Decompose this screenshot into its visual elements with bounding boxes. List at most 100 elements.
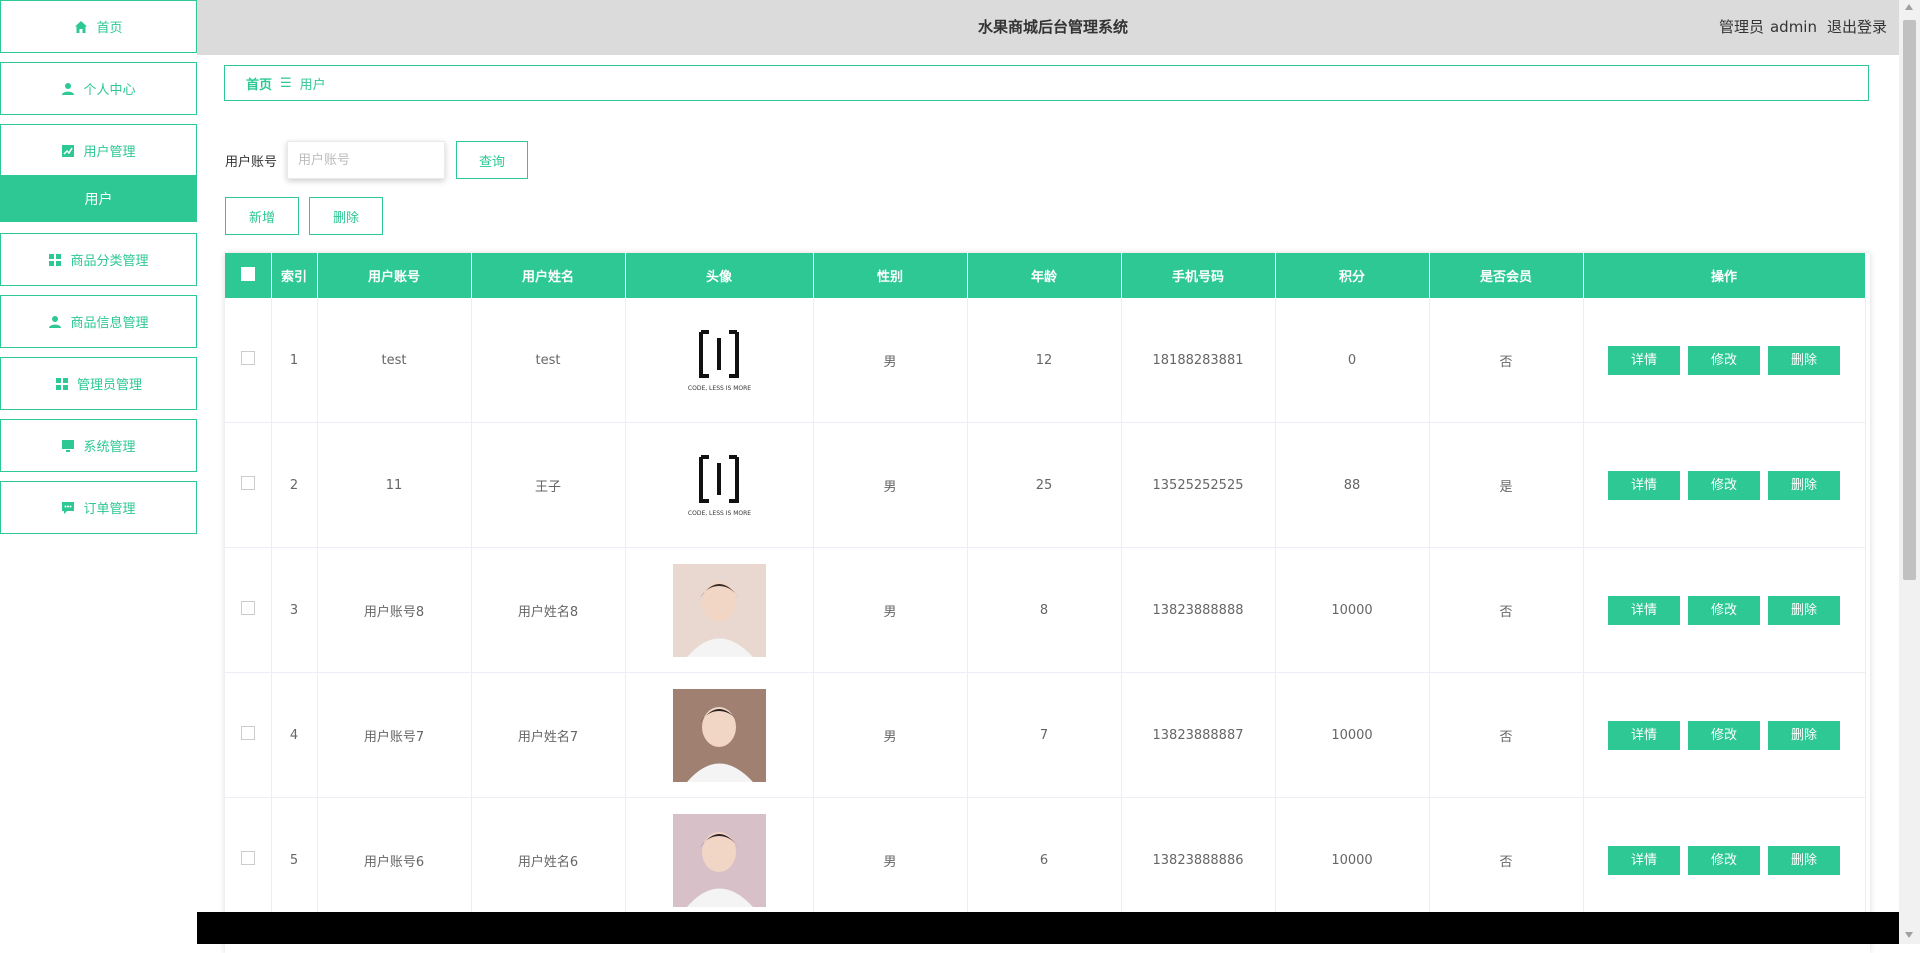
row-checkbox[interactable] [240, 726, 255, 740]
row-actions: 详情 修改 删除 [1583, 422, 1866, 548]
edit-button[interactable]: 修改 [1688, 345, 1760, 375]
edit-button[interactable]: 修改 [1688, 845, 1760, 875]
scroll-up-arrow-icon[interactable] [1905, 4, 1913, 10]
detail-button[interactable]: 详情 [1608, 345, 1680, 375]
logout-button[interactable]: 退出登录 [1827, 18, 1887, 36]
column-header: 手机号码 [1121, 253, 1276, 298]
table-cell-points: 10000 [1275, 547, 1430, 673]
detail-button[interactable]: 详情 [1608, 595, 1680, 625]
search-label: 用户账号 [225, 155, 278, 170]
delete-button[interactable]: 删除 [1768, 595, 1840, 625]
table-row: 3 用户账号8 用户姓名8 男 8 13823888888 10000 否详情 修改 删除 [225, 547, 1866, 673]
row-checkbox[interactable] [240, 351, 255, 365]
table-cell-name: 王子 [471, 422, 626, 548]
row-actions: 详情 修改 删除 [1583, 547, 1866, 673]
sidebar-item-label: 用户管理 [83, 145, 136, 160]
table-cell-index: 5 [271, 797, 318, 923]
sidebar-item-orders[interactable]: 订单管理 [0, 481, 197, 534]
detail-button[interactable]: 详情 [1608, 845, 1680, 875]
table-cell-member: 否 [1429, 797, 1584, 923]
table-cell-name: 用户姓名8 [471, 547, 626, 673]
sidebar-subitem-user[interactable]: 用户 [0, 175, 197, 222]
table-cell-phone: 13823888887 [1121, 672, 1276, 798]
table-cell-gender: 男 [813, 672, 968, 798]
table-cell-phone: 13823888886 [1121, 797, 1276, 923]
row-select-cell[interactable] [225, 422, 272, 548]
scrollbar-thumb[interactable] [1903, 20, 1916, 580]
table-row: 1 test test CODE, LESS IS MORE 男 12 1818828388… [225, 298, 1866, 423]
column-header: 用户姓名 [471, 253, 626, 298]
table-cell-age: 6 [967, 797, 1122, 923]
delete-button[interactable]: 删除 [1768, 720, 1840, 750]
row-select-cell[interactable] [225, 547, 272, 673]
row-select-cell[interactable] [225, 298, 272, 423]
logo-text: CODE, LESS IS MORE [687, 385, 750, 392]
topbar: 水果商城后台管理系统 管理员 admin 退出登录 [197, 0, 1899, 55]
sidebar-item-label: 订单管理 [83, 502, 136, 517]
table-cell-phone: 13525252525 [1121, 422, 1276, 548]
detail-button[interactable]: 详情 [1608, 470, 1680, 500]
sidebar-item-profile[interactable]: 个人中心 [0, 62, 197, 115]
row-select-cell[interactable] [225, 797, 272, 923]
edit-button[interactable]: 修改 [1688, 720, 1760, 750]
column-header: 年龄 [967, 253, 1122, 298]
table-row: 2 11 王子 CODE, LESS IS MORE 男 25 13525252525 88 是… [225, 422, 1866, 548]
table-cell-member: 是 [1429, 422, 1584, 548]
table-cell-phone: 13823888888 [1121, 547, 1276, 673]
user-table: 索引 用户账号 用户姓名 头像 性别 年龄 手机号码 积分 是否会员 操作 1t… [225, 253, 1870, 953]
sidebar-item-label: 个人中心 [83, 83, 136, 98]
edit-button[interactable]: 修改 [1688, 470, 1760, 500]
table-cell-account: 用户账号6 [317, 797, 472, 923]
select-all-checkbox[interactable] [240, 266, 255, 281]
column-header: 用户账号 [317, 253, 472, 298]
table-cell-account: 用户账号7 [317, 672, 472, 798]
bottom-bar [197, 912, 1899, 944]
row-checkbox[interactable] [240, 601, 255, 615]
breadcrumb-home[interactable]: 首页 [246, 74, 272, 93]
table-cell-index: 4 [271, 672, 318, 798]
sidebar-item-label: 首页 [96, 21, 123, 36]
search-button[interactable]: 查询 [456, 141, 528, 179]
table-cell-index: 3 [271, 547, 318, 673]
table-cell-index: 2 [271, 422, 318, 548]
delete-button[interactable]: 删除 [1768, 470, 1840, 500]
row-checkbox[interactable] [240, 851, 255, 865]
sidebar-item-user-management[interactable]: 用户管理 [0, 124, 197, 177]
table-cell-name: test [471, 298, 626, 423]
chart-icon [62, 144, 75, 157]
row-select-cell[interactable] [225, 672, 272, 798]
delete-button[interactable]: 删除 [1768, 345, 1840, 375]
column-header: 积分 [1275, 253, 1430, 298]
column-header: 性别 [813, 253, 968, 298]
sidebar-item-label: 管理员管理 [76, 378, 142, 393]
sidebar-item-system[interactable]: 系统管理 [0, 419, 197, 472]
user-info: 管理员 admin 退出登录 [1709, 0, 1887, 55]
row-checkbox[interactable] [240, 476, 255, 490]
add-button[interactable]: 新增 [225, 197, 299, 235]
sidebar: 首页 个人中心 用户管理 用户 商品分类管理 商品信息管理 管理员管理 系统管理… [0, 0, 197, 944]
batch-delete-button[interactable]: 删除 [309, 197, 383, 235]
table-cell-index: 1 [271, 298, 318, 423]
sidebar-item-category[interactable]: 商品分类管理 [0, 233, 197, 286]
chat-icon [62, 501, 75, 514]
delete-button[interactable]: 删除 [1768, 845, 1840, 875]
table-cell-age: 8 [967, 547, 1122, 673]
page-scrollbar[interactable] [1899, 0, 1920, 944]
avatar [672, 563, 766, 657]
sidebar-item-admin[interactable]: 管理员管理 [0, 357, 197, 410]
sidebar-item-home[interactable]: 首页 [0, 0, 197, 53]
search-input[interactable] [287, 141, 445, 179]
table-cell-points: 88 [1275, 422, 1430, 548]
select-all-cell[interactable] [225, 253, 272, 298]
user-role: 管理员 [1718, 18, 1764, 36]
sidebar-item-product[interactable]: 商品信息管理 [0, 295, 197, 348]
scroll-down-arrow-icon[interactable] [1905, 932, 1913, 938]
grid-icon [49, 253, 62, 266]
table-cell-phone: 18188283881 [1121, 298, 1276, 423]
detail-button[interactable]: 详情 [1608, 720, 1680, 750]
table-row: 4 用户账号7 用户姓名7 男 7 13823888887 10000 否详情 修改 删除 [225, 672, 1866, 798]
sidebar-item-label: 商品信息管理 [70, 316, 149, 331]
edit-button[interactable]: 修改 [1688, 595, 1760, 625]
table-cell-gender: 男 [813, 547, 968, 673]
table-cell-member: 否 [1429, 298, 1584, 423]
